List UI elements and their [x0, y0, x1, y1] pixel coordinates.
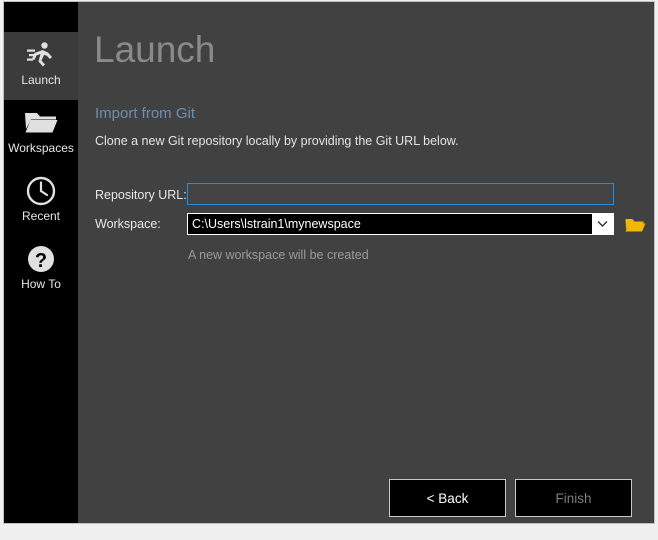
- folder-icon: [4, 100, 78, 140]
- browse-folder-button[interactable]: [623, 214, 647, 236]
- sidebar-item-workspaces[interactable]: Workspaces: [4, 100, 78, 168]
- back-button[interactable]: < Back: [389, 479, 506, 517]
- finish-button: Finish: [515, 479, 632, 517]
- workspace-hint-text: A new workspace will be created: [188, 248, 369, 262]
- sidebar-item-label: Workspaces: [8, 141, 74, 155]
- workspace-combobox[interactable]: C:\Users\lstrain1\mynewspace: [187, 213, 614, 235]
- question-icon: ?: [4, 236, 78, 276]
- svg-text:?: ?: [35, 250, 47, 272]
- page-title: Launch: [94, 29, 216, 70]
- clock-icon: [4, 168, 78, 208]
- workspace-label: Workspace:: [95, 217, 161, 231]
- sidebar-item-label: How To: [21, 277, 61, 291]
- sidebar: Launch Workspaces Recent ? How To: [4, 2, 78, 523]
- sidebar-item-launch[interactable]: Launch: [4, 32, 78, 100]
- content-pane: Launch Import from Git Clone a new Git r…: [78, 2, 654, 523]
- sidebar-item-how-to[interactable]: ? How To: [4, 236, 78, 304]
- sidebar-item-label: Recent: [21, 209, 61, 223]
- sidebar-item-recent[interactable]: Recent: [4, 168, 78, 236]
- section-description: Clone a new Git repository locally by pr…: [95, 134, 459, 148]
- launch-dialog-window: ✕ Launch Works: [3, 1, 655, 524]
- chevron-down-icon[interactable]: [592, 214, 613, 234]
- sidebar-item-label: Launch: [21, 73, 61, 87]
- open-folder-icon: [625, 218, 645, 231]
- repository-url-input[interactable]: [187, 183, 614, 205]
- repository-url-label: Repository URL:: [95, 188, 187, 202]
- workspace-combobox-value: C:\Users\lstrain1\mynewspace: [188, 214, 592, 234]
- section-heading: Import from Git: [95, 105, 196, 122]
- runner-icon: [4, 32, 78, 72]
